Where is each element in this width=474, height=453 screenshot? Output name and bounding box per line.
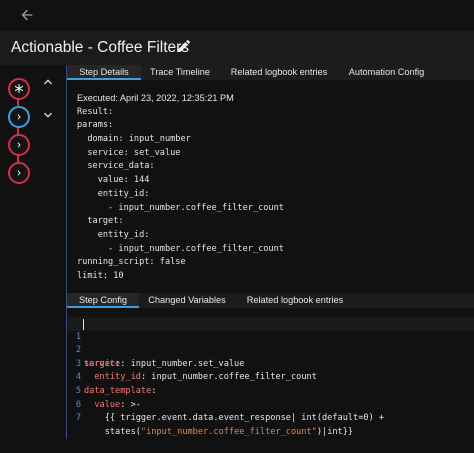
yaml-string: "input_number.coffee_filter_count" <box>140 426 317 437</box>
detail-line: domain: input_number <box>77 134 191 145</box>
step-details-content: Executed: April 23, 2022, 12:35:21 PM Re… <box>77 92 467 284</box>
details-tabs: Step Details Trace Timeline Related logb… <box>67 65 474 80</box>
tab-trace-timeline[interactable]: Trace Timeline <box>141 65 219 80</box>
code-line: 4 data_template: <box>67 358 474 396</box>
config-tabs: Step Config Changed Variables Related lo… <box>67 293 474 308</box>
chevron-right-icon <box>17 142 21 148</box>
trace-details-panel: Step Details Trace Timeline Related logb… <box>67 65 474 439</box>
tab-step-details[interactable]: Step Details <box>67 65 141 80</box>
text-cursor <box>83 319 84 330</box>
code-line: 6 {{ trigger.event.data.event_response| … <box>67 385 474 424</box>
detail-line: entity_id: <box>77 188 150 199</box>
yaml-template: states( <box>104 426 141 437</box>
detail-line: target: <box>77 216 124 227</box>
title-bar: Actionable - Coffee Filters <box>0 31 474 66</box>
code-line: 1 service: input_number.set_value <box>67 317 474 369</box>
detail-line: value: 144 <box>77 175 150 186</box>
back-button[interactable] <box>16 4 38 26</box>
step-config-editor[interactable]: 1 service: input_number.set_value 2 targ… <box>67 317 474 439</box>
pencil-icon <box>178 39 190 52</box>
detail-line: - input_number.coffee_filter_count <box>77 243 284 254</box>
code-line: 7 states("input_number.coffee_filter_cou… <box>67 399 474 437</box>
action-node-1[interactable] <box>8 106 30 128</box>
edit-button[interactable] <box>176 38 194 56</box>
detail-line: - input_number.coffee_filter_count <box>77 202 284 213</box>
tab-related-logbook-bottom[interactable]: Related logbook entries <box>235 293 355 308</box>
tab-related-logbook[interactable]: Related logbook entries <box>219 65 339 80</box>
line-number: 7 <box>75 413 81 424</box>
chevron-right-icon <box>17 114 21 120</box>
chevron-down-icon <box>44 112 52 118</box>
executed-timestamp: Executed: April 23, 2022, 12:35:21 PM <box>77 93 234 103</box>
yaml-template: )|int}} <box>316 426 354 437</box>
page-title: Actionable - Coffee Filters <box>11 39 190 56</box>
detail-line: service: set_value <box>77 147 181 158</box>
tab-changed-variables[interactable]: Changed Variables <box>139 293 235 308</box>
action-node-2[interactable] <box>8 134 30 156</box>
code-line: 2 target: <box>67 331 474 369</box>
trace-graph <box>0 65 66 439</box>
asterisk-icon <box>14 84 24 93</box>
detail-line: entity_id: <box>77 229 150 240</box>
tab-automation-config[interactable]: Automation Config <box>339 65 434 80</box>
code-line: 3 entity_id: input_number.coffee_filter_… <box>67 344 474 383</box>
previous-step-button[interactable] <box>40 74 56 90</box>
detail-line: Result: <box>77 106 114 117</box>
detail-line: running_script: false <box>77 257 186 268</box>
action-node-3[interactable] <box>8 162 30 184</box>
tab-step-config[interactable]: Step Config <box>67 293 139 308</box>
chevron-right-icon <box>17 170 21 176</box>
code-line: 5 value: >- <box>67 371 474 410</box>
top-bar <box>0 0 474 31</box>
chevron-up-icon <box>44 79 52 85</box>
yaml-template: {{ trigger.event.data.event_response| in… <box>104 413 385 424</box>
detail-line: service_data: <box>77 161 155 172</box>
trigger-node[interactable] <box>8 78 30 100</box>
arrow-left-icon <box>21 9 33 21</box>
detail-line: limit: 10 <box>77 270 124 281</box>
detail-line: params: <box>77 120 114 131</box>
next-step-button[interactable] <box>40 107 56 123</box>
